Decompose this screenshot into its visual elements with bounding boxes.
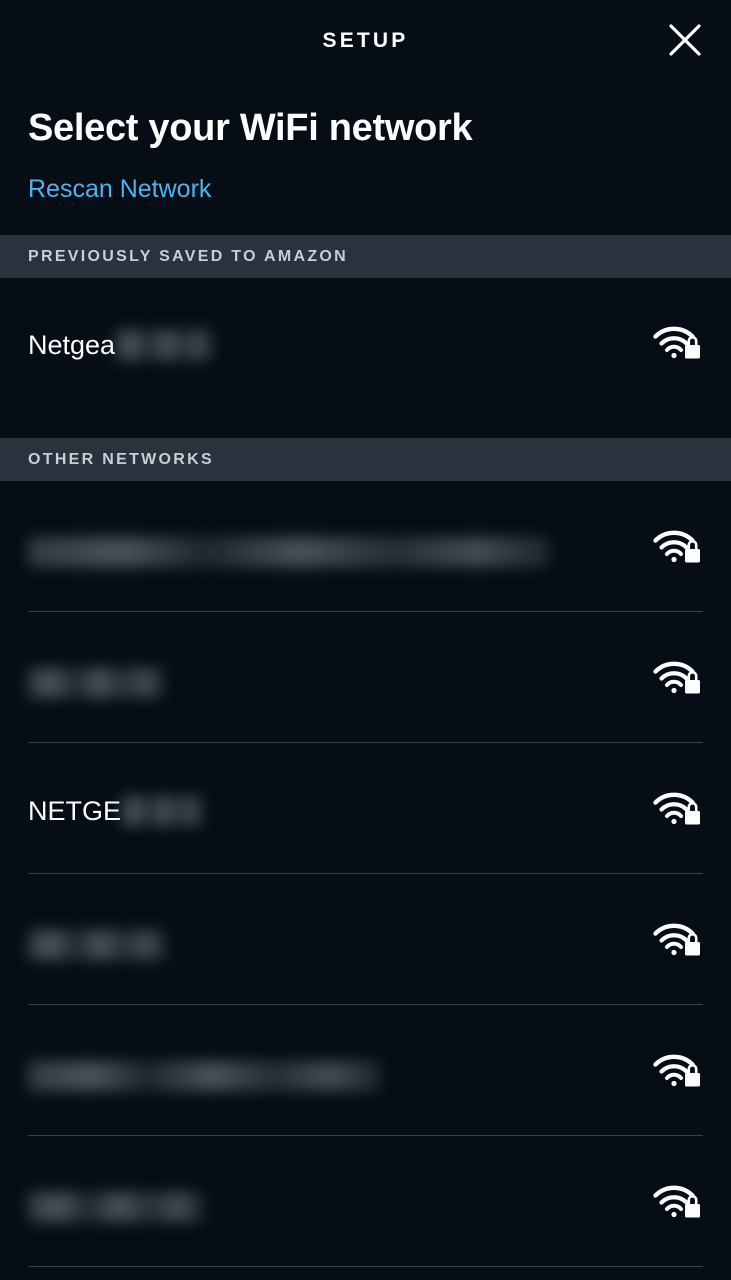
network-name-redacted (28, 930, 166, 961)
network-list-previously-saved: Netgea (0, 278, 731, 407)
network-name: NETGE (28, 790, 204, 827)
network-name-visible: NETGE (28, 795, 122, 826)
rescan-network-link[interactable]: Rescan Network (28, 175, 211, 204)
section-header-previously-saved: PREVIOUSLY SAVED TO AMAZON (0, 235, 731, 279)
network-name (28, 924, 166, 961)
network-name-redacted (28, 537, 550, 568)
network-name-redacted (121, 795, 204, 826)
section-header-label: PREVIOUSLY SAVED TO AMAZON (28, 247, 348, 265)
network-name (28, 531, 550, 568)
row-divider (28, 1266, 703, 1268)
network-name (28, 1186, 203, 1223)
setup-wifi-screen: SETUP Select your WiFi network Rescan Ne… (0, 0, 731, 1280)
top-bar: SETUP (0, 0, 731, 80)
section-header-other-networks: OTHER NETWORKS (0, 438, 731, 482)
wifi-lock-icon (653, 326, 700, 359)
network-row[interactable] (0, 1005, 731, 1135)
close-button[interactable] (657, 12, 713, 68)
network-name: Netgea (28, 324, 214, 361)
network-row[interactable] (0, 874, 731, 1004)
wifi-lock-icon (653, 923, 700, 956)
network-sections: PREVIOUSLY SAVED TO AMAZON Netgea OTHER NE… (0, 235, 731, 1268)
network-row[interactable] (0, 481, 731, 611)
heading-block: Select your WiFi network Rescan Network (0, 80, 731, 203)
wifi-lock-icon (653, 530, 700, 563)
page-header-title: SETUP (322, 28, 409, 52)
network-name-redacted (28, 1061, 380, 1092)
network-list-other-networks: NETGE (0, 481, 731, 1268)
wifi-lock-icon (653, 792, 700, 825)
wifi-lock-icon (653, 1054, 700, 1087)
wifi-lock-icon (653, 661, 700, 694)
network-row[interactable]: NETGE (0, 743, 731, 873)
network-name (28, 1055, 380, 1092)
network-name-redacted (28, 1192, 203, 1223)
wifi-lock-icon (653, 1185, 700, 1218)
network-row[interactable] (0, 1136, 731, 1266)
network-name-redacted (28, 668, 164, 699)
network-row[interactable] (0, 612, 731, 742)
page-title: Select your WiFi network (28, 107, 473, 149)
section-header-label: OTHER NETWORKS (28, 450, 214, 468)
network-name-visible: Netgea (28, 329, 116, 360)
close-icon (668, 23, 702, 57)
network-row[interactable]: Netgea (0, 278, 731, 406)
network-name-redacted (115, 329, 214, 360)
network-name (28, 662, 164, 699)
